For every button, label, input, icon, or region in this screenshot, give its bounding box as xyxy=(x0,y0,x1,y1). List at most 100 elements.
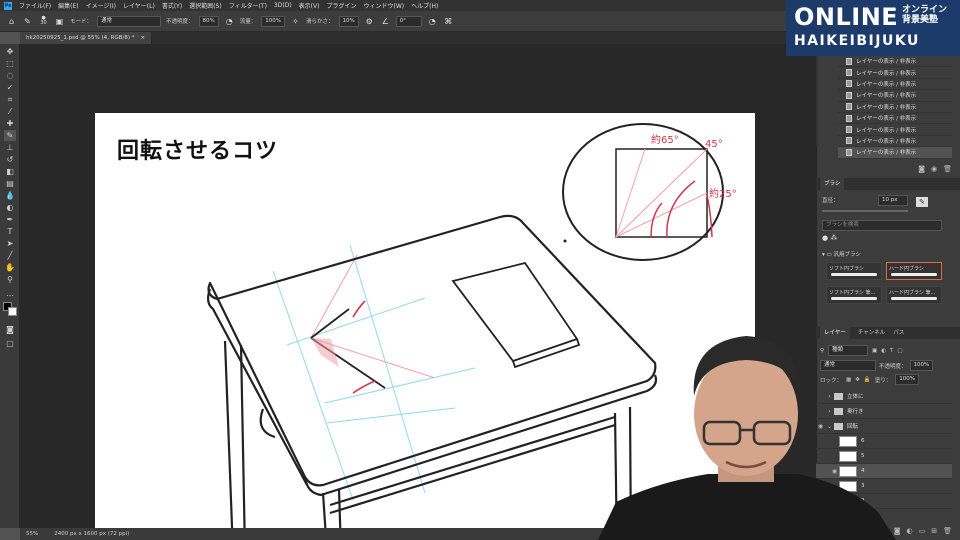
brush-tool-icon[interactable]: ✎ xyxy=(22,16,33,27)
history-step[interactable]: レイヤーの表示 / 非表示 xyxy=(838,79,952,91)
type-tool-icon[interactable]: T xyxy=(4,226,16,237)
history-step[interactable]: レイヤーの表示 / 非表示 xyxy=(838,136,952,148)
history-step[interactable]: レイヤーの表示 / 非表示 xyxy=(838,124,952,136)
brush-size-field[interactable]: 10 px xyxy=(878,195,908,206)
line-tool-icon[interactable]: ╱ xyxy=(4,250,16,261)
menu-help[interactable]: ヘルプ(H) xyxy=(411,1,438,10)
history-step[interactable]: レイヤーの表示 / 非表示 xyxy=(838,90,952,102)
blur-tool-icon[interactable]: 💧 xyxy=(4,190,16,201)
symmetry-icon[interactable]: ⌘ xyxy=(443,16,454,27)
brush-preset[interactable]: ソフト円ブラシ 筆... xyxy=(826,286,882,304)
history-step-icon xyxy=(846,137,852,145)
history-step-icon xyxy=(846,148,852,156)
screen-mode-icon[interactable]: ▢ xyxy=(4,338,16,349)
document-tab[interactable]: hk20250925_1.psd @ 55% (4, RGB/8) * × xyxy=(20,32,153,44)
menu-plugins[interactable]: プラグイン xyxy=(326,1,356,10)
angle-annotation-65: 約65° xyxy=(651,133,679,146)
healing-tool-icon[interactable]: ✚ xyxy=(4,118,16,129)
document-tab-title: hk20250925_1.psd @ 55% (4, RGB/8) * xyxy=(26,35,135,41)
trash-icon[interactable]: 🗑 xyxy=(943,527,952,537)
clone-stamp-tool-icon[interactable]: ⊥ xyxy=(4,142,16,153)
history-step-label: レイヤーの表示 / 非表示 xyxy=(856,138,917,145)
home-icon[interactable]: ⌂ xyxy=(6,16,17,27)
mode-label: モード： xyxy=(70,19,93,25)
menu-filter[interactable]: フィルター(T) xyxy=(229,1,267,10)
brush-group-header[interactable]: ▾ ▭ 汎用ブラシ xyxy=(822,250,861,258)
history-step-current[interactable]: レイヤーの表示 / 非表示 xyxy=(838,147,952,159)
angle-field[interactable]: 0° xyxy=(395,15,422,27)
more-tools-icon[interactable]: … xyxy=(4,288,16,299)
layer-opacity-field[interactable]: 100% xyxy=(909,360,934,371)
menu-image[interactable]: イメージ(I) xyxy=(86,1,116,10)
adjustment-layer-icon[interactable]: ◐ xyxy=(907,527,913,537)
brand-jp-line1: オンライン xyxy=(902,5,948,15)
history-brush-tool-icon[interactable]: ↺ xyxy=(4,154,16,165)
brush-size-slider[interactable] xyxy=(822,210,908,212)
crop-tool-icon[interactable]: ⌗ xyxy=(4,94,16,105)
brush-panel-tabs: ブラシ xyxy=(816,178,960,190)
tab-brush[interactable]: ブラシ xyxy=(820,178,845,190)
quick-mask-icon[interactable]: ◙ xyxy=(4,324,16,335)
pressure-size-icon[interactable]: ◔ xyxy=(427,16,438,27)
brush-preset-picker[interactable]: ● 30 xyxy=(38,16,49,27)
menu-layer[interactable]: レイヤー(L) xyxy=(123,1,155,10)
brush-search-input[interactable]: ブラシを検索 xyxy=(822,220,942,231)
smoothing-field[interactable]: 10% xyxy=(338,15,359,27)
history-step[interactable]: レイヤーの表示 / 非表示 xyxy=(838,102,952,113)
menu-type[interactable]: 書式(Y) xyxy=(162,1,182,10)
opacity-field[interactable]: 80% xyxy=(198,15,219,27)
angle-annotation-45: 45° xyxy=(705,139,723,150)
dodge-tool-icon[interactable]: ◐ xyxy=(4,202,16,213)
brush-tool-icon[interactable]: ✎ xyxy=(4,130,16,141)
menu-select[interactable]: 選択範囲(S) xyxy=(189,1,222,10)
zoom-level[interactable]: 55% xyxy=(26,528,38,540)
brand-japanese-text: オンライン 背景美塾 xyxy=(902,5,947,25)
menu-edit[interactable]: 編集(E) xyxy=(58,1,78,10)
airbrush-icon[interactable]: ✧ xyxy=(290,16,301,27)
brush-preset[interactable]: ハード円ブラシ 筆... xyxy=(886,286,942,304)
eraser-tool-icon[interactable]: ◧ xyxy=(4,166,16,177)
gradient-tool-icon[interactable]: ▤ xyxy=(4,178,16,189)
hand-tool-icon[interactable]: ✋ xyxy=(4,262,16,273)
brush-settings-icon[interactable]: ▣ xyxy=(54,16,65,27)
menu-window[interactable]: ウィンドウ(W) xyxy=(363,1,404,10)
menu-view[interactable]: 表示(V) xyxy=(299,1,320,10)
mode-select[interactable]: 通常 xyxy=(97,15,162,27)
zoom-tool-icon[interactable]: ⚲ xyxy=(4,274,16,285)
new-group-icon[interactable]: ▭ xyxy=(919,527,926,537)
history-step[interactable]: レイヤーの表示 / 非表示 xyxy=(838,67,952,79)
history-step[interactable]: レイヤーの表示 / 非表示 xyxy=(838,56,952,68)
background-color-swatch[interactable] xyxy=(8,307,17,316)
snapshot-icon[interactable]: ◙ xyxy=(918,165,925,175)
layer-fill-field[interactable]: 100% xyxy=(895,374,919,385)
menu-3d[interactable]: 3D(D) xyxy=(274,2,292,9)
history-step-label: レイヤーの表示 / 非表示 xyxy=(856,93,917,100)
pressure-opacity-icon[interactable]: ◔ xyxy=(224,16,235,27)
brush-preview-icon: ● ⁂ xyxy=(822,234,838,242)
quick-select-tool-icon[interactable]: ✓ xyxy=(4,82,16,93)
eyedropper-tool-icon[interactable]: ⁄ xyxy=(4,106,16,117)
smoothing-options-icon[interactable]: ⚙ xyxy=(364,16,375,27)
history-step-label: レイヤーの表示 / 非表示 xyxy=(856,127,917,134)
marquee-tool-icon[interactable]: ⬚ xyxy=(4,58,16,69)
history-step-icon xyxy=(846,114,852,122)
lasso-tool-icon[interactable]: ◌ xyxy=(4,70,16,81)
flow-label: 流量： xyxy=(239,19,257,25)
pen-tool-icon[interactable]: ✒ xyxy=(4,214,16,225)
history-panel: レイヤーの表示 / 非表示 レイヤーの表示 / 非表示 レイヤーの表示 / 非表… xyxy=(818,56,952,164)
filter-shape-icon[interactable]: ▢ xyxy=(897,348,902,354)
brush-panel: 直径： 10 px ✎ ブラシを検索 ● ⁂ ▾ ▭ 汎用ブラシ ソフト円ブラシ… xyxy=(816,190,960,318)
camera-icon[interactable]: ◉ xyxy=(931,165,937,175)
brush-diameter-label: 直径： xyxy=(822,198,839,204)
brush-preset[interactable]: ソフト円ブラシ xyxy=(826,262,882,280)
menu-file[interactable]: ファイル(F) xyxy=(19,1,51,10)
flow-field[interactable]: 100% xyxy=(261,15,286,27)
new-brush-icon[interactable]: ✎ xyxy=(916,197,928,207)
new-layer-icon[interactable]: ⊞ xyxy=(931,527,937,537)
history-step[interactable]: レイヤーの表示 / 非表示 xyxy=(838,113,952,125)
close-icon[interactable]: × xyxy=(140,32,145,44)
trash-icon[interactable]: 🗑 xyxy=(943,165,952,175)
path-select-tool-icon[interactable]: ➤ xyxy=(4,238,16,249)
brush-preset-selected[interactable]: ハード円ブラシ xyxy=(886,262,942,280)
move-tool-icon[interactable]: ✥ xyxy=(4,46,16,57)
